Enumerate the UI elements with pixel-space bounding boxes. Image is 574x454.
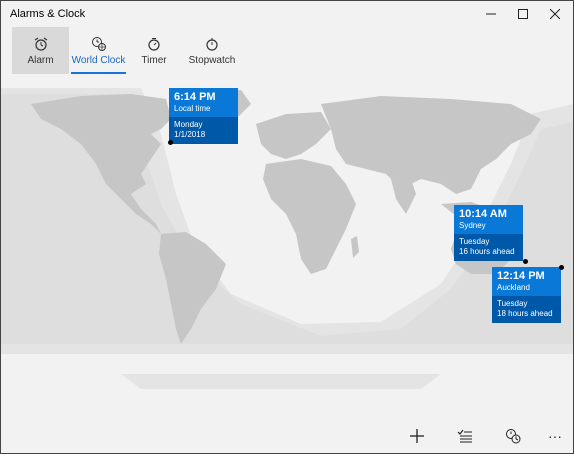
app-title: Alarms & Clock xyxy=(10,8,86,20)
add-clock-button[interactable] xyxy=(401,423,433,449)
title-bar[interactable]: Alarms & Clock xyxy=(1,1,573,27)
tab-stopwatch[interactable]: Stopwatch xyxy=(184,27,240,74)
maximize-button[interactable] xyxy=(507,1,539,27)
clock-card-detail: Tuesday 18 hours ahead xyxy=(492,296,561,323)
compare-clocks-button[interactable] xyxy=(497,423,529,449)
clock-card-header: 12:14 PM Auckland xyxy=(492,267,561,296)
clock-card-header: 6:14 PM Local time xyxy=(169,88,238,117)
app-window: Alarms & Clock Alarm World Clock Timer S… xyxy=(0,0,574,454)
edit-list-icon xyxy=(457,429,472,443)
clock-card-detail: Tuesday 16 hours ahead xyxy=(454,234,523,261)
location-pin-local[interactable] xyxy=(168,140,173,145)
timer-icon xyxy=(146,36,162,52)
tab-label: World Clock xyxy=(71,55,126,66)
clock-card-detail: Monday 1/1/2018 xyxy=(169,117,238,144)
africa xyxy=(263,159,356,274)
more-options-button[interactable]: ··· xyxy=(539,423,571,449)
clock-time: 10:14 AM xyxy=(459,208,507,220)
select-clocks-button[interactable] xyxy=(449,423,481,449)
tab-label: Alarm xyxy=(27,55,54,66)
world-clock-icon xyxy=(91,36,107,52)
clock-card-header: 10:14 AM Sydney xyxy=(454,205,523,234)
location-pin-sydney[interactable] xyxy=(523,259,528,264)
location-pin-auckland[interactable] xyxy=(559,265,564,270)
clock-card-sydney[interactable]: 10:14 AM Sydney Tuesday 16 hours ahead xyxy=(454,205,523,261)
clock-day: Tuesday xyxy=(497,299,528,308)
antarctica xyxy=(121,374,441,389)
tab-alarm[interactable]: Alarm xyxy=(12,27,69,74)
clock-detail: 1/1/2018 xyxy=(174,130,206,139)
clock-card-auckland[interactable]: 12:14 PM Auckland Tuesday 18 hours ahead xyxy=(492,267,561,323)
alarm-clock-icon xyxy=(33,36,49,52)
add-icon xyxy=(410,429,424,443)
tab-timer[interactable]: Timer xyxy=(134,27,174,74)
tab-bar: Alarm World Clock Timer Stopwatch xyxy=(1,27,573,74)
tab-label: Stopwatch xyxy=(188,55,236,66)
command-bar: ··· xyxy=(1,419,573,453)
clock-day: Monday xyxy=(174,120,203,129)
minimize-button[interactable] xyxy=(475,1,507,27)
maximize-icon xyxy=(518,9,528,19)
world-map[interactable]: 6:14 PM Local time Monday 1/1/2018 10:14… xyxy=(1,74,573,419)
close-icon xyxy=(550,9,560,19)
minimize-icon xyxy=(486,13,496,15)
clock-time: 12:14 PM xyxy=(497,270,545,282)
clock-detail: 16 hours ahead xyxy=(459,247,515,256)
close-button[interactable] xyxy=(539,1,571,27)
europe xyxy=(256,112,331,159)
stopwatch-icon xyxy=(204,36,220,52)
clock-detail: 18 hours ahead xyxy=(497,309,553,318)
india xyxy=(391,179,416,214)
tab-world-clock[interactable]: World Clock xyxy=(71,27,126,74)
clock-place: Sydney xyxy=(459,221,486,230)
clock-place: Local time xyxy=(174,104,211,113)
more-icon: ··· xyxy=(548,428,562,444)
clock-day: Tuesday xyxy=(459,237,490,246)
clock-place: Auckland xyxy=(497,283,530,292)
compare-clock-icon xyxy=(506,429,521,444)
clock-card-local[interactable]: 6:14 PM Local time Monday 1/1/2018 xyxy=(169,88,238,144)
tab-label: Timer xyxy=(141,55,167,66)
clock-time: 6:14 PM xyxy=(174,91,216,103)
madagascar xyxy=(351,236,359,258)
